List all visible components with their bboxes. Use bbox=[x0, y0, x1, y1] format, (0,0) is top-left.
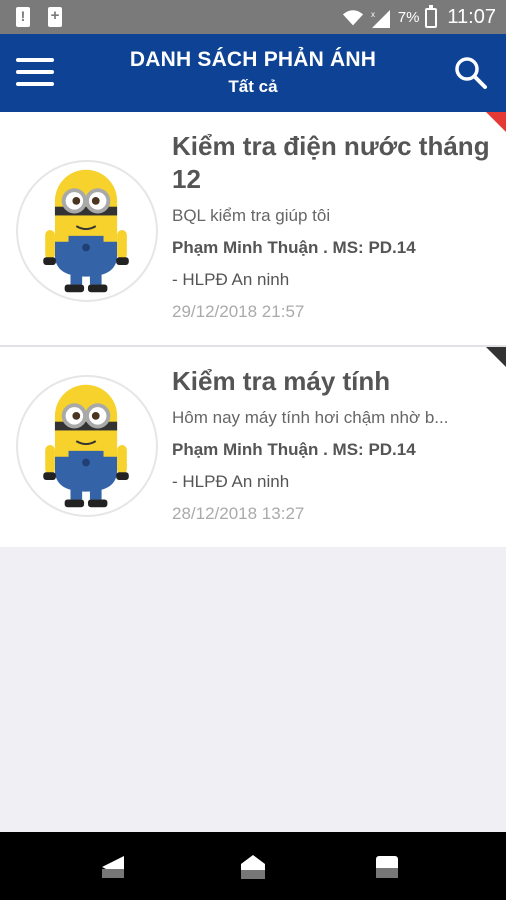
home-icon[interactable] bbox=[238, 852, 268, 882]
list-item[interactable]: Kiểm tra điện nước tháng 12 BQL kiểm tra… bbox=[0, 112, 506, 347]
avatar bbox=[16, 375, 158, 517]
minion-avatar-icon bbox=[43, 169, 129, 293]
signal-icon: x bbox=[371, 9, 390, 28]
item-description: Hôm nay máy tính hơi chậm nhờ b... bbox=[172, 408, 449, 427]
search-icon[interactable] bbox=[454, 56, 488, 90]
status-corner-flag bbox=[486, 112, 506, 132]
item-date: 29/12/2018 21:57 bbox=[172, 302, 305, 321]
item-author: Phạm Minh Thuận . MS: PD.14 bbox=[172, 440, 416, 459]
item-description: BQL kiểm tra giúp tôi bbox=[172, 206, 331, 225]
hamburger-menu-icon[interactable] bbox=[16, 58, 54, 88]
item-department: - HLPĐ An ninh bbox=[172, 472, 290, 491]
filter-subtitle[interactable]: Tất cả bbox=[70, 77, 436, 97]
item-author: Phạm Minh Thuận . MS: PD.14 bbox=[172, 238, 416, 257]
item-title: Kiểm tra điện nước tháng 12 bbox=[172, 131, 490, 194]
item-date: 28/12/2018 13:27 bbox=[172, 504, 305, 523]
item-department: - HLPĐ An ninh bbox=[172, 270, 290, 289]
battery-icon bbox=[425, 4, 438, 28]
back-icon[interactable] bbox=[98, 852, 128, 882]
wifi-icon bbox=[342, 9, 363, 25]
minion-avatar-icon bbox=[43, 384, 129, 508]
avatar bbox=[16, 160, 158, 302]
page-title: DANH SÁCH PHẢN ÁNH bbox=[129, 48, 377, 71]
report-list: Kiểm tra điện nước tháng 12 BQL kiểm tra… bbox=[0, 112, 506, 547]
alert-icon bbox=[16, 7, 30, 27]
app-bar: DANH SÁCH PHẢN ÁNH Tất cả bbox=[0, 34, 506, 112]
clock: 11:07 bbox=[447, 6, 496, 28]
sim-icon bbox=[48, 7, 62, 27]
status-corner-flag bbox=[486, 347, 506, 367]
svg-text:x: x bbox=[371, 10, 375, 19]
recent-apps-icon[interactable] bbox=[372, 852, 402, 882]
status-bar: x 7% 11:07 bbox=[0, 0, 506, 34]
item-title: Kiểm tra máy tính bbox=[172, 366, 391, 396]
battery-percent: 7% bbox=[397, 9, 420, 26]
system-nav-bar bbox=[0, 832, 506, 900]
list-item[interactable]: Kiểm tra máy tính Hôm nay máy tính hơi c… bbox=[0, 347, 506, 547]
